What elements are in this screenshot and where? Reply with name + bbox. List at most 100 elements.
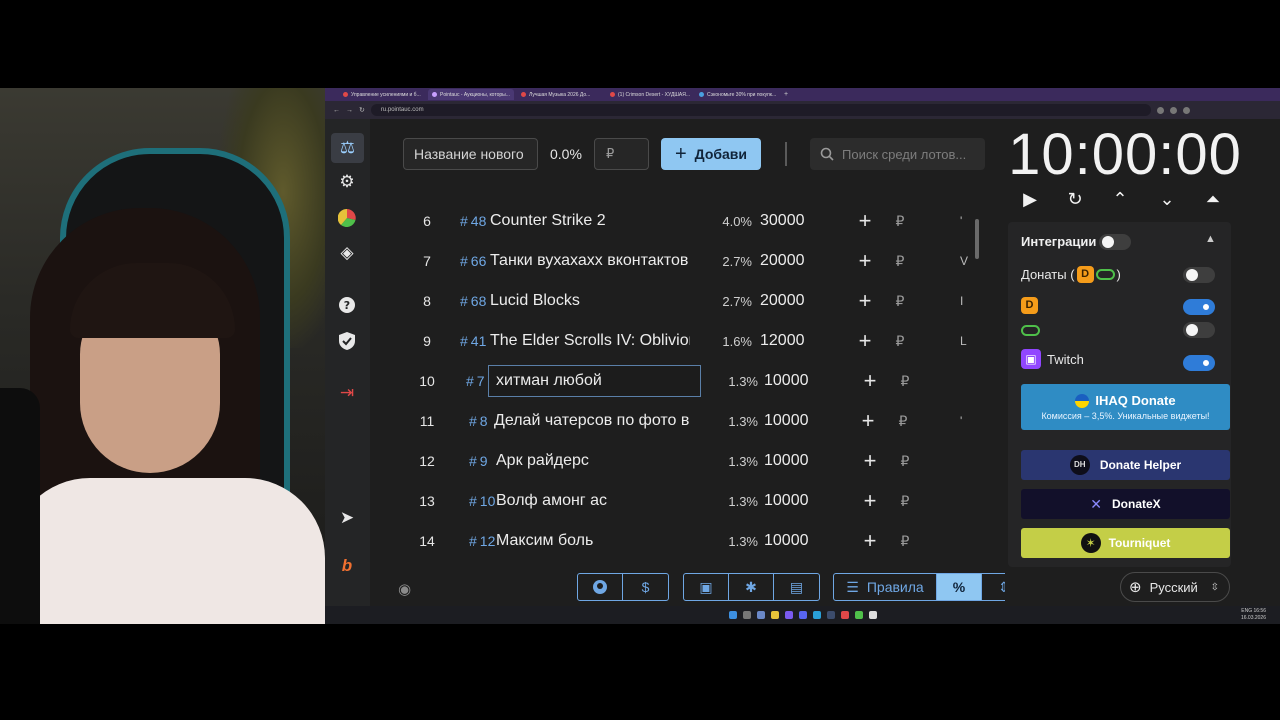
ruble-icon[interactable]: ₽ [890, 253, 910, 270]
chrome-icon[interactable] [854, 611, 863, 619]
add-amount-icon[interactable]: + [860, 448, 880, 474]
notes-icon[interactable] [868, 611, 877, 619]
lot-name[interactable]: Counter Strike 2 [490, 212, 690, 230]
telegram-icon[interactable]: ➤ [336, 507, 358, 529]
extension-icon[interactable] [1156, 106, 1164, 114]
back-icon[interactable]: ← [333, 107, 340, 114]
lots-scrollbar[interactable] [975, 219, 979, 259]
lot-name-edit-input[interactable]: хитман любой [488, 365, 701, 397]
browser-addressbar: ← → ↻ ru.pointauc.com [325, 101, 1280, 119]
lot-percent: 1.3% [728, 373, 758, 389]
lot-name[interactable]: Танки вухахахх вконтактов [490, 252, 690, 270]
lot-search-input[interactable]: Поиск среди лотов... [810, 138, 985, 170]
integrations-master-toggle[interactable] [1099, 234, 1131, 250]
donate-helper-banner[interactable]: DH Donate Helper [1021, 450, 1230, 480]
browser-tab[interactable]: Сэкономьте 30% при покупк... [695, 89, 781, 100]
lot-extra-action[interactable]: V [960, 254, 970, 268]
ruble-icon[interactable]: ₽ [895, 373, 915, 390]
url-field[interactable]: ru.pointauc.com [370, 104, 1151, 116]
obs-icon[interactable] [840, 611, 849, 619]
lot-amount: 20000 [760, 292, 805, 309]
browser-tab-active[interactable]: Pointauc - Аукционы, которы... [428, 89, 514, 100]
double-chevron-up-icon[interactable]: ⏶ [1203, 189, 1223, 210]
search-icon[interactable] [742, 611, 751, 619]
browser-tab[interactable]: Лучшая Музыка 2026 До... [517, 89, 603, 100]
donate-button[interactable]: $ [623, 574, 668, 600]
bug-report-button[interactable]: ✱ [729, 574, 774, 600]
help-icon[interactable]: ? [336, 294, 358, 316]
donationalerts-toggle[interactable] [1183, 299, 1215, 315]
folder-icon[interactable] [770, 611, 779, 619]
language-select[interactable]: ⊕ Русский ⇳ [1120, 572, 1230, 602]
percent-toggle-button[interactable]: % [937, 574, 982, 600]
add-amount-icon[interactable]: + [855, 248, 875, 274]
lot-name[interactable]: Максим боль [496, 532, 696, 550]
ruble-icon[interactable]: ₽ [893, 413, 913, 430]
lot-name[interactable]: Арк райдерс [496, 452, 696, 470]
lot-extra-action[interactable]: I [960, 294, 970, 308]
add-amount-icon[interactable]: + [858, 408, 878, 434]
lots-table: 6 #48 Counter Strike 2 4.0% 30000 + ₽ ' … [400, 201, 975, 571]
lot-name[interactable]: Волф амонг ас [496, 492, 696, 510]
ruble-icon[interactable]: ₽ [895, 533, 915, 550]
lot-row: 6 #48 Counter Strike 2 4.0% 30000 + ₽ ' [400, 201, 975, 241]
twitch-toggle[interactable] [1183, 355, 1215, 371]
wheel-pie-icon[interactable] [336, 207, 358, 229]
lot-name[interactable]: The Elder Scrolls IV: Oblivior [490, 332, 690, 350]
telegram-icon[interactable] [812, 611, 821, 619]
add-lot-button[interactable]: + Добави [661, 138, 761, 170]
rules-button[interactable]: ☰ Правила [834, 574, 937, 600]
tourniquet-banner[interactable]: ✶ Tourniquet [1021, 528, 1230, 558]
steam-icon[interactable] [826, 611, 835, 619]
ruble-icon[interactable]: ₽ [895, 453, 915, 470]
ihaq-donate-banner[interactable]: IHAQ Donate Комиссия – 3,5%. Уникальные … [1021, 384, 1230, 430]
ruble-icon[interactable]: ₽ [890, 333, 910, 350]
reset-icon[interactable]: ↻ [1065, 189, 1085, 210]
new-lot-amount-input[interactable]: ₽ [594, 138, 649, 170]
donatex-banner[interactable]: ✕ DonateX [1021, 489, 1230, 519]
profile-icon[interactable] [1182, 106, 1190, 114]
system-clock: ENG 16:56 16.03.2026 [1240, 608, 1266, 621]
settings-gear-icon[interactable]: ⚙ [336, 171, 358, 193]
lot-name[interactable]: Делай чатерсов по фото в с [494, 412, 694, 430]
forward-icon[interactable]: → [346, 107, 353, 114]
extension-icon[interactable] [1169, 106, 1177, 114]
add-amount-icon[interactable]: + [855, 288, 875, 314]
lot-extra-action[interactable]: L [960, 334, 970, 348]
save-button[interactable]: ▣ [684, 574, 729, 600]
clear-button[interactable]: ▤ [774, 574, 819, 600]
browser-tab[interactable]: (1) Crimson Desert - ХУДШАЯ... [606, 89, 692, 100]
add-amount-icon[interactable]: + [860, 528, 880, 554]
reload-icon[interactable]: ↻ [359, 106, 365, 114]
ruble-icon[interactable]: ₽ [890, 293, 910, 310]
shield-check-icon[interactable] [336, 330, 358, 352]
ruble-icon[interactable]: ₽ [895, 493, 915, 510]
browser-tab[interactable]: Управление усилениями и б... [339, 89, 425, 100]
chevron-down-icon[interactable]: ⌄ [1157, 189, 1177, 210]
lot-extra-action[interactable]: ' [960, 414, 970, 428]
ruble-icon[interactable]: ₽ [890, 213, 910, 230]
lot-extra-action[interactable]: ' [960, 214, 970, 228]
collapse-chevron-up-icon[interactable]: ▲ [1205, 233, 1216, 245]
auction-gavel-icon[interactable]: ⚖ [331, 133, 364, 163]
logout-icon[interactable]: ⇥ [336, 382, 358, 404]
boosty-icon[interactable]: b [336, 555, 358, 577]
add-amount-icon[interactable]: + [860, 368, 880, 394]
taskbar-app-icon[interactable] [784, 611, 793, 619]
taskbar-app-icon[interactable] [756, 611, 765, 619]
add-amount-icon[interactable]: + [855, 208, 875, 234]
chevron-up-icon[interactable]: ⌃ [1110, 189, 1130, 210]
add-amount-icon[interactable]: + [855, 328, 875, 354]
eye-icon[interactable]: ◉ [398, 580, 411, 598]
new-tab-icon[interactable]: + [784, 91, 788, 98]
start-icon[interactable] [728, 611, 737, 619]
lot-name[interactable]: Lucid Blocks [490, 292, 690, 310]
discord-icon[interactable] [798, 611, 807, 619]
donatepay-toggle[interactable] [1183, 322, 1215, 338]
github-button[interactable] [578, 574, 623, 600]
new-lot-name-input[interactable]: Название нового [403, 138, 538, 170]
play-icon[interactable]: ▶ [1020, 189, 1040, 210]
layers-icon[interactable]: ◈ [336, 242, 358, 264]
add-amount-icon[interactable]: + [860, 488, 880, 514]
donations-toggle[interactable] [1183, 267, 1215, 283]
